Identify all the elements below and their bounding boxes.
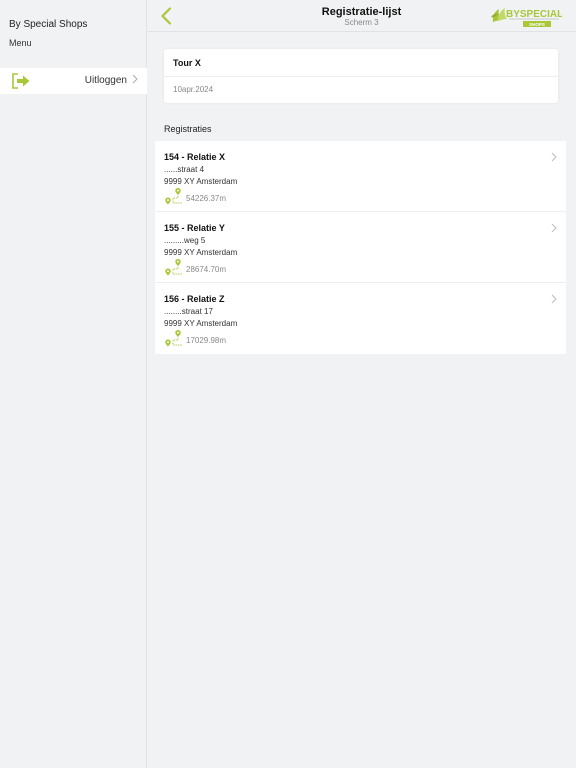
- svg-text:BYSPECIAL: BYSPECIAL: [506, 9, 562, 20]
- svg-text:SHOPS: SHOPS: [529, 22, 545, 27]
- registration-item[interactable]: 155 - Relatie Y .........weg 5 9999 XY A…: [155, 212, 566, 283]
- registration-street: .........weg 5: [164, 236, 206, 245]
- registration-item[interactable]: 156 - Relatie Z ........straat 17 9999 X…: [155, 283, 566, 354]
- registration-name: 154 - Relatie X: [164, 152, 226, 162]
- registration-distance: 17029.98m: [186, 336, 227, 345]
- registration-city: 9999 XY Amsterdam: [164, 248, 238, 257]
- chevron-right-icon: [551, 152, 557, 162]
- sidebar: By Special Shops Menu Uitloggen: [0, 0, 147, 768]
- registration-city: 9999 XY Amsterdam: [164, 177, 238, 186]
- registration-name: 156 - Relatie Z: [164, 294, 225, 304]
- route-distance-icon: [165, 259, 182, 276]
- registrations-header: Registraties: [164, 124, 212, 134]
- registration-name: 155 - Relatie Y: [164, 223, 225, 233]
- sidebar-title: By Special Shops: [9, 19, 88, 30]
- chevron-right-icon: [132, 74, 138, 84]
- logout-icon: [12, 73, 30, 89]
- registration-item[interactable]: 154 - Relatie X ......straat 4 9999 XY A…: [155, 141, 566, 212]
- top-bar: Registratie-lijst Scherm 3 BYSPECIAL SHO…: [147, 0, 576, 32]
- logout-button[interactable]: Uitloggen: [0, 68, 147, 94]
- registration-street: ........straat 17: [164, 307, 213, 316]
- registration-city: 9999 XY Amsterdam: [164, 319, 238, 328]
- logout-label: Uitloggen: [84, 75, 127, 86]
- sidebar-menu-label: Menu: [9, 38, 32, 48]
- route-distance-icon: [165, 188, 182, 205]
- tour-name: Tour X: [173, 58, 201, 68]
- route-distance-icon: [165, 330, 182, 347]
- registration-distance: 28674.70m: [186, 265, 227, 274]
- registration-street: ......straat 4: [164, 165, 205, 174]
- tour-card: Tour X 10apr.2024: [164, 49, 558, 103]
- byspecial-logo: BYSPECIAL SHOPS: [491, 8, 562, 27]
- registration-distance: 54226.37m: [186, 194, 227, 203]
- chevron-right-icon: [551, 223, 557, 233]
- registrations-list: 154 - Relatie X ......straat 4 9999 XY A…: [155, 141, 566, 354]
- tour-date: 10apr.2024: [173, 85, 214, 94]
- chevron-right-icon: [551, 294, 557, 304]
- divider: [164, 76, 558, 77]
